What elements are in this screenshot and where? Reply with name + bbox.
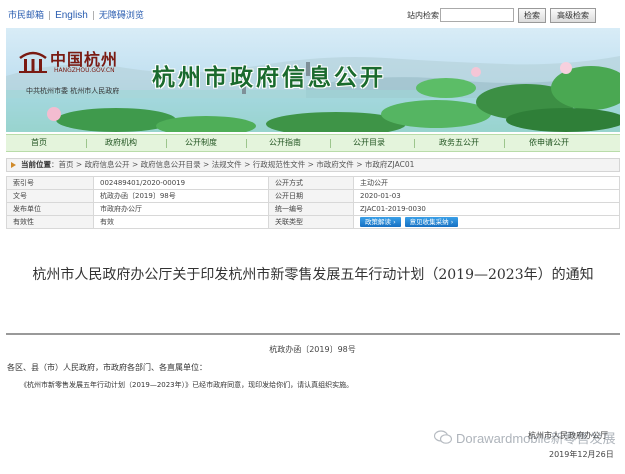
top-utility-bar: 市民邮箱 | English | 无障碍浏览 站内检索 检索 高级检索 (0, 0, 625, 28)
table-row: 索引号 002489401/2020-00019 公开方式 主动公开 (6, 176, 620, 190)
nav-separator (330, 139, 331, 148)
meta-value: 主动公开 (353, 176, 620, 190)
opinion-collection-button[interactable]: 意见收集采纳 › (404, 217, 459, 227)
meta-key: 发布单位 (6, 202, 94, 216)
policy-interpretation-button[interactable]: 政策解读 › (360, 217, 401, 227)
nav-separator (166, 139, 167, 148)
breadcrumb-item[interactable]: 政府信息公开目录 (141, 160, 201, 169)
divider (6, 333, 620, 335)
meta-key: 统一编号 (268, 202, 354, 216)
meta-value: 2020-01-03 (353, 189, 620, 203)
separator: | (91, 11, 95, 21)
meta-value: 市政府办公厅 (93, 202, 269, 216)
accessibility-link[interactable]: 无障碍浏览 (99, 11, 144, 21)
meta-value: 杭政办函〔2019〕98号 (93, 189, 269, 203)
nav-separator (246, 139, 247, 148)
document-meta-table: 索引号 002489401/2020-00019 公开方式 主动公开 文号 杭政… (6, 176, 620, 229)
meta-value: ZJAC01-2019-0030 (353, 202, 620, 216)
nav-disclosure-catalog[interactable]: 公开目录 (340, 135, 398, 151)
document-number: 杭政办函〔2019〕98号 (269, 345, 356, 354)
breadcrumb-arrow-icon (11, 162, 16, 168)
breadcrumb-label: 当前位置 (21, 160, 51, 169)
meta-key: 关联类型 (268, 215, 354, 229)
body-paragraph: 《杭州市新零售发展五年行动计划（2019—2023年）》已经市政府同意，现印发给… (20, 381, 354, 389)
search-input[interactable] (440, 8, 514, 22)
document-date: 2019年12月26日 (549, 450, 614, 459)
main-nav: 首页 政府机构 公开制度 公开指南 公开目录 政务五公开 依申请公开 (6, 134, 620, 152)
meta-value: 有效 (93, 215, 269, 229)
nav-gov-agencies[interactable]: 政府机构 (92, 135, 150, 151)
nav-apply-disclosure[interactable]: 依申请公开 (512, 135, 586, 151)
search-label: 站内检索 (407, 11, 439, 20)
nav-home[interactable]: 首页 (22, 135, 56, 151)
breadcrumb-item[interactable]: 市政府ZJAC01 (365, 160, 415, 169)
document-signer: 杭州市人民政府办公厅 (528, 431, 608, 440)
nav-disclosure-guide[interactable]: 公开指南 (256, 135, 314, 151)
logo-subtitle: 中共杭州市委 杭州市人民政府 (26, 87, 120, 95)
wechat-icon (434, 430, 452, 444)
breadcrumb-item[interactable]: 市政府文件 (316, 160, 354, 169)
nav-separator (504, 139, 505, 148)
breadcrumb-item[interactable]: 行政规范性文件 (253, 160, 306, 169)
nav-separator (86, 139, 87, 148)
salutation: 各区、县（市）人民政府，市政府各部门、各直属单位： (7, 363, 207, 372)
breadcrumb-item[interactable]: 政府信息公开 (85, 160, 130, 169)
document-title: 杭州市人民政府办公厅关于印发杭州市新零售发展五年行动计划（2019—2023年）… (32, 267, 594, 283)
search-button[interactable]: 检索 (518, 8, 546, 23)
table-row: 发布单位 市政府办公厅 统一编号 ZJAC01-2019-0030 (6, 202, 620, 216)
meta-key: 公开方式 (268, 176, 354, 190)
table-row: 文号 杭政办函〔2019〕98号 公开日期 2020-01-03 (6, 189, 620, 203)
advanced-search-button[interactable]: 高级检索 (550, 8, 596, 23)
logo-domain: HANGZHOU.GOV.CN (54, 67, 115, 74)
meta-key: 公开日期 (268, 189, 354, 203)
breadcrumb-item[interactable]: 法规文件 (212, 160, 242, 169)
meta-key: 有效性 (6, 215, 94, 229)
nav-five-disclosures[interactable]: 政务五公开 (424, 135, 494, 151)
breadcrumb-item[interactable]: 首页 (59, 160, 74, 169)
nav-separator (414, 139, 415, 148)
meta-value: 002489401/2020-00019 (93, 176, 269, 190)
english-link[interactable]: English (55, 10, 88, 21)
meta-key: 文号 (6, 189, 94, 203)
logo-icon (19, 51, 47, 73)
nav-disclosure-system[interactable]: 公开制度 (172, 135, 230, 151)
breadcrumb: 当前位置：首页 > 政府信息公开 > 政府信息公开目录 > 法规文件 > 行政规… (6, 158, 620, 172)
separator: | (48, 11, 52, 21)
citizen-mail-link[interactable]: 市民邮箱 (8, 11, 44, 21)
meta-key: 索引号 (6, 176, 94, 190)
related-links: 政策解读 › 意见收集采纳 › (353, 215, 620, 229)
site-title: 杭州市政府信息公开 (152, 64, 386, 91)
table-row: 有效性 有效 关联类型 政策解读 › 意见收集采纳 › (6, 215, 620, 229)
top-links: 市民邮箱 | English | 无障碍浏览 (8, 8, 144, 21)
banner: 中国杭州 HANGZHOU.GOV.CN 中共杭州市委 杭州市人民政府 杭州市政… (6, 28, 620, 132)
